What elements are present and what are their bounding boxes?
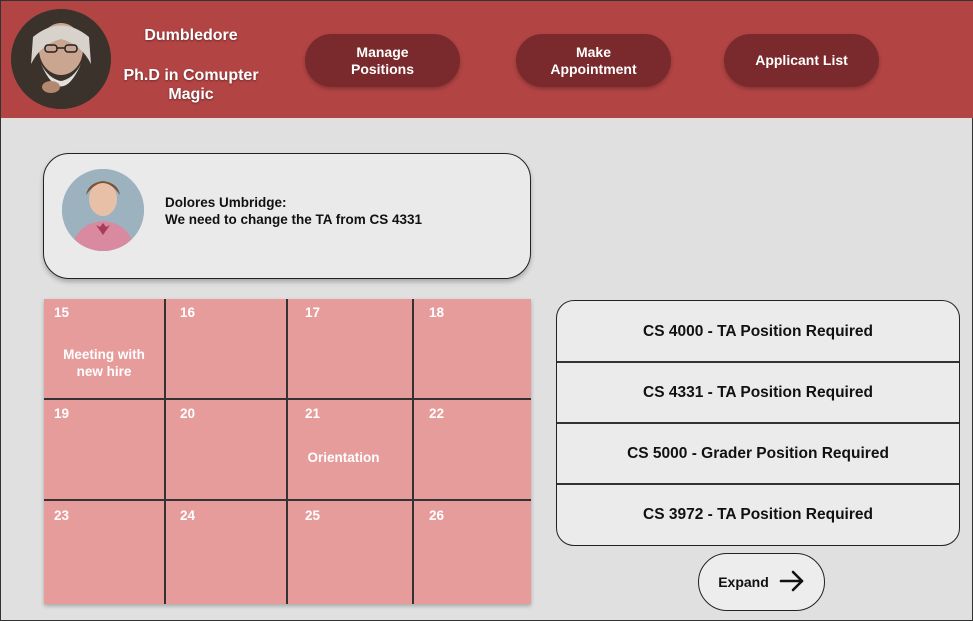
message-sender: Dolores Umbridge: [165,195,287,210]
calendar-day[interactable]: 26 [429,508,444,523]
applicant-list-button[interactable]: Applicant List [724,34,879,87]
profile-avatar[interactable] [11,9,111,109]
calendar-divider [44,398,531,400]
calendar-divider [412,299,414,604]
expand-label: Expand [718,574,769,590]
message-card[interactable]: Dolores Umbridge: We need to change the … [43,153,531,279]
event-line1: Orientation [307,450,380,465]
calendar-day[interactable]: 17 [305,305,320,320]
calendar-day[interactable]: 16 [180,305,195,320]
make-appointment-button[interactable]: Make Appointment [516,34,671,87]
nav-label-line2: Positions [350,60,414,77]
nav-label-line1: Manage [356,43,409,60]
position-item[interactable]: CS 4000 - TA Position Required [557,301,959,362]
event-line2: new hire [76,364,132,379]
position-item[interactable]: CS 4331 - TA Position Required [557,362,959,423]
profile-name: Dumbledore [144,27,238,44]
calendar-divider [164,299,166,604]
profile-title: Ph.D in Comupter Magic [111,66,271,104]
calendar-day[interactable]: 24 [180,508,195,523]
nav-label-line1: Applicant List [755,52,848,68]
message-body: We need to change the TA from CS 4331 [165,212,423,227]
calendar-day[interactable]: 23 [54,508,69,523]
profile-title-line2: Magic [168,86,214,103]
calendar-day[interactable]: 19 [54,406,69,421]
positions-list: CS 4000 - TA Position Required CS 4331 -… [556,300,960,546]
calendar-day[interactable]: 21 [305,406,320,421]
profile-title-line1: Ph.D in Comupter [123,67,259,84]
calendar-divider [44,499,531,501]
calendar-day[interactable]: 18 [429,305,444,320]
calendar-event[interactable]: Meeting with new hire [44,346,164,380]
position-item[interactable]: CS 5000 - Grader Position Required [557,423,959,484]
manage-positions-button[interactable]: Manage Positions [305,34,460,87]
calendar-day[interactable]: 25 [305,508,320,523]
calendar-day[interactable]: 15 [54,305,69,320]
calendar-day[interactable]: 20 [180,406,195,421]
calendar-day[interactable]: 22 [429,406,444,421]
position-item[interactable]: CS 3972 - TA Position Required [557,484,959,545]
expand-button[interactable]: Expand [698,553,825,611]
top-header: Dumbledore Ph.D in Comupter Magic Manage… [1,1,973,118]
nav-label-line2: Appointment [550,60,637,77]
message-text: Dolores Umbridge: We need to change the … [165,194,422,228]
calendar-grid[interactable]: 15 16 17 18 19 20 21 22 23 24 25 26 Meet… [44,299,531,604]
calendar-event[interactable]: Orientation [287,449,400,466]
arrow-right-icon [779,570,805,595]
nav-label-line1: Make [575,43,611,60]
sender-avatar [62,169,144,251]
event-line1: Meeting with [63,347,145,362]
